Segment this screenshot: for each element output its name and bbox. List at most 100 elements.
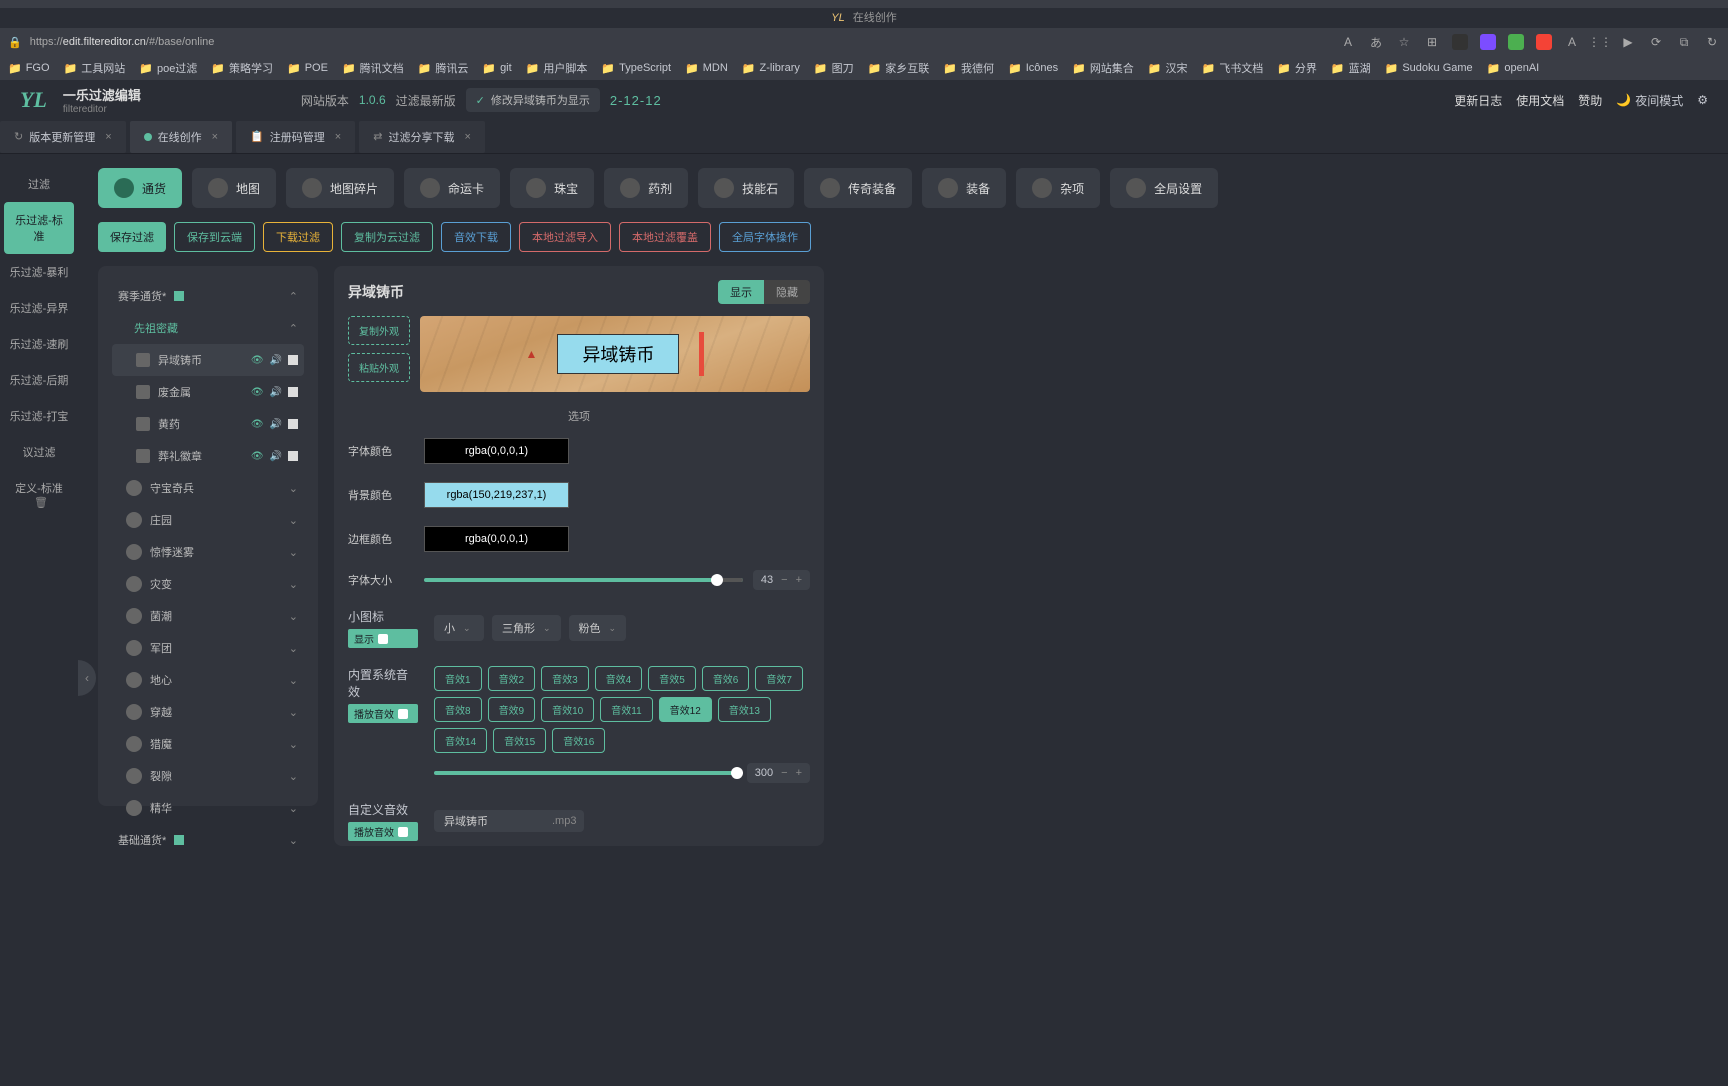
ext-icon-2[interactable] [1480, 34, 1496, 50]
bookmark-item[interactable]: 📁Z-library [742, 62, 800, 75]
bookmark-item[interactable]: 📁MDN [685, 62, 728, 75]
docs-link[interactable]: 使用文档 [1516, 92, 1564, 109]
category-pill[interactable]: 传奇装备 [804, 168, 912, 208]
icon-color-select[interactable]: 粉色⌄ [569, 615, 627, 641]
sound-button[interactable]: 音效14 [434, 728, 487, 753]
eye-icon[interactable]: 👁 [251, 451, 264, 462]
category-pill[interactable]: 通货 [98, 168, 182, 208]
category-pill[interactable]: 技能石 [698, 168, 794, 208]
box-icon[interactable] [288, 451, 298, 461]
visibility-toggle[interactable]: 显示 隐藏 [718, 280, 810, 304]
ext-icon-7[interactable]: ▶ [1620, 34, 1636, 50]
category-pill[interactable]: 药剂 [604, 168, 688, 208]
changelog-link[interactable]: 更新日志 [1454, 92, 1502, 109]
bookmark-item[interactable]: 📁Sudoku Game [1385, 62, 1473, 75]
sound-button[interactable]: 音效15 [493, 728, 546, 753]
tree-item[interactable]: 异域铸币👁🔊 [112, 344, 304, 376]
bookmark-item[interactable]: 📁蓝湖 [1331, 60, 1371, 76]
audio-download-button[interactable]: 音效下载 [441, 222, 511, 252]
save-button[interactable]: 保存过滤 [98, 222, 166, 252]
border-color-input[interactable]: rgba(0,0,0,1) [424, 526, 569, 552]
local-overwrite-button[interactable]: 本地过滤覆盖 [619, 222, 711, 252]
category-pill[interactable]: 命运卡 [404, 168, 500, 208]
ext-icon-4[interactable] [1536, 34, 1552, 50]
download-button[interactable]: 下载过滤 [263, 222, 333, 252]
donate-link[interactable]: 赞助 [1578, 92, 1602, 109]
reader-icon[interactable]: ⊞ [1424, 34, 1440, 50]
paste-appearance-button[interactable]: 粘贴外观 [348, 353, 410, 382]
tree-category[interactable]: 庄园⌄ [112, 504, 304, 536]
tree-category[interactable]: 猎魔⌄ [112, 728, 304, 760]
tree-item[interactable]: 废金属👁🔊 [112, 376, 304, 408]
eye-icon[interactable]: 👁 [251, 419, 264, 430]
tree-subgroup[interactable]: 先祖密藏⌃ [112, 312, 304, 344]
icon-size-select[interactable]: 小⌄ [434, 615, 484, 641]
rail-item[interactable]: 乐过滤-打宝 [0, 398, 78, 434]
tree-category[interactable]: 军团⌄ [112, 632, 304, 664]
rail-item[interactable]: 乐过滤-后期 [0, 362, 78, 398]
bookmark-item[interactable]: 📁汉宋 [1148, 60, 1188, 76]
local-import-button[interactable]: 本地过滤导入 [519, 222, 611, 252]
bookmark-item[interactable]: 📁工具网站 [64, 60, 126, 76]
sound-button[interactable]: 音效3 [541, 666, 589, 691]
sound-button[interactable]: 音效2 [488, 666, 536, 691]
night-mode-toggle[interactable]: 🌙夜间模式 [1616, 92, 1683, 109]
bookmark-item[interactable]: 📁openAI [1487, 62, 1540, 75]
copy-icon[interactable]: ⧉ [1676, 34, 1692, 50]
icon-show-toggle[interactable]: 显示 [348, 629, 418, 648]
sound-button[interactable]: 音效13 [718, 697, 771, 722]
close-icon[interactable]: × [335, 131, 341, 143]
tree-item[interactable]: 葬礼徽章👁🔊 [112, 440, 304, 472]
tree-item[interactable]: 黄药👁🔊 [112, 408, 304, 440]
url[interactable]: https://edit.filtereditor.cn/#/base/onli… [30, 36, 1332, 48]
translate-icon[interactable]: あ [1368, 34, 1384, 50]
sound-icon[interactable]: 🔊 [270, 451, 282, 462]
sound-icon[interactable]: 🔊 [270, 419, 282, 430]
font-color-input[interactable]: rgba(0,0,0,1) [424, 438, 569, 464]
tree-group[interactable]: 基础通货*⌄ [112, 824, 304, 856]
tree-category[interactable]: 菌潮⌄ [112, 600, 304, 632]
settings-icon[interactable]: ⚙ [1697, 93, 1708, 107]
sound-icon[interactable]: 🔊 [270, 387, 282, 398]
bookmark-item[interactable]: 📁POE [287, 62, 328, 75]
bookmark-item[interactable]: 📁git [482, 62, 511, 75]
tab[interactable]: ⇄过滤分享下载× [359, 121, 485, 153]
bg-color-input[interactable]: rgba(150,219,237,1) [424, 482, 569, 508]
category-pill[interactable]: 杂项 [1016, 168, 1100, 208]
rail-item[interactable]: 议过滤 [0, 434, 78, 470]
box-icon[interactable] [288, 419, 298, 429]
rail-item[interactable]: 乐过滤-速刷 [0, 326, 78, 362]
bookmark-item[interactable]: 📁网站集合 [1072, 60, 1134, 76]
play-sfx-toggle[interactable]: 播放音效 [348, 704, 418, 723]
close-icon[interactable]: × [464, 131, 470, 143]
tab[interactable]: 📋注册码管理× [236, 121, 355, 153]
star-icon[interactable]: ☆ [1396, 34, 1412, 50]
sound-button[interactable]: 音效12 [659, 697, 712, 722]
sound-button[interactable]: 音效11 [600, 697, 652, 722]
font-size-slider[interactable] [424, 578, 743, 582]
volume-stepper[interactable]: 300−+ [747, 763, 810, 783]
bookmark-item[interactable]: 📁poe过滤 [139, 60, 197, 76]
ext-icon-6[interactable]: ⋮⋮ [1592, 34, 1608, 50]
box-icon[interactable] [288, 355, 298, 365]
icon-shape-select[interactable]: 三角形⌄ [492, 615, 561, 641]
sound-icon[interactable]: 🔊 [270, 355, 282, 366]
bookmark-item[interactable]: 📁分界 [1277, 60, 1317, 76]
tree-category[interactable]: 灾变⌄ [112, 568, 304, 600]
ext-icon-3[interactable] [1508, 34, 1524, 50]
eye-icon[interactable]: 👁 [251, 387, 264, 398]
tab[interactable]: 在线创作× [130, 121, 232, 153]
tree-category[interactable]: 地心⌄ [112, 664, 304, 696]
sound-button[interactable]: 音效7 [755, 666, 803, 691]
box-icon[interactable] [288, 387, 298, 397]
bookmark-item[interactable]: 📁腾讯文档 [342, 60, 404, 76]
category-pill[interactable]: 地图碎片 [286, 168, 394, 208]
rail-item[interactable]: 乐过滤-标准 [4, 202, 74, 254]
custom-sfx-toggle[interactable]: 播放音效 [348, 822, 418, 841]
custom-sfx-input[interactable] [434, 810, 544, 832]
eye-icon[interactable]: 👁 [251, 355, 264, 366]
rail-item[interactable]: 定义-标准 🗑 [0, 470, 78, 519]
font-size-stepper[interactable]: 43−+ [753, 570, 810, 590]
sound-button[interactable]: 音效5 [648, 666, 696, 691]
tree-category[interactable]: 穿越⌄ [112, 696, 304, 728]
